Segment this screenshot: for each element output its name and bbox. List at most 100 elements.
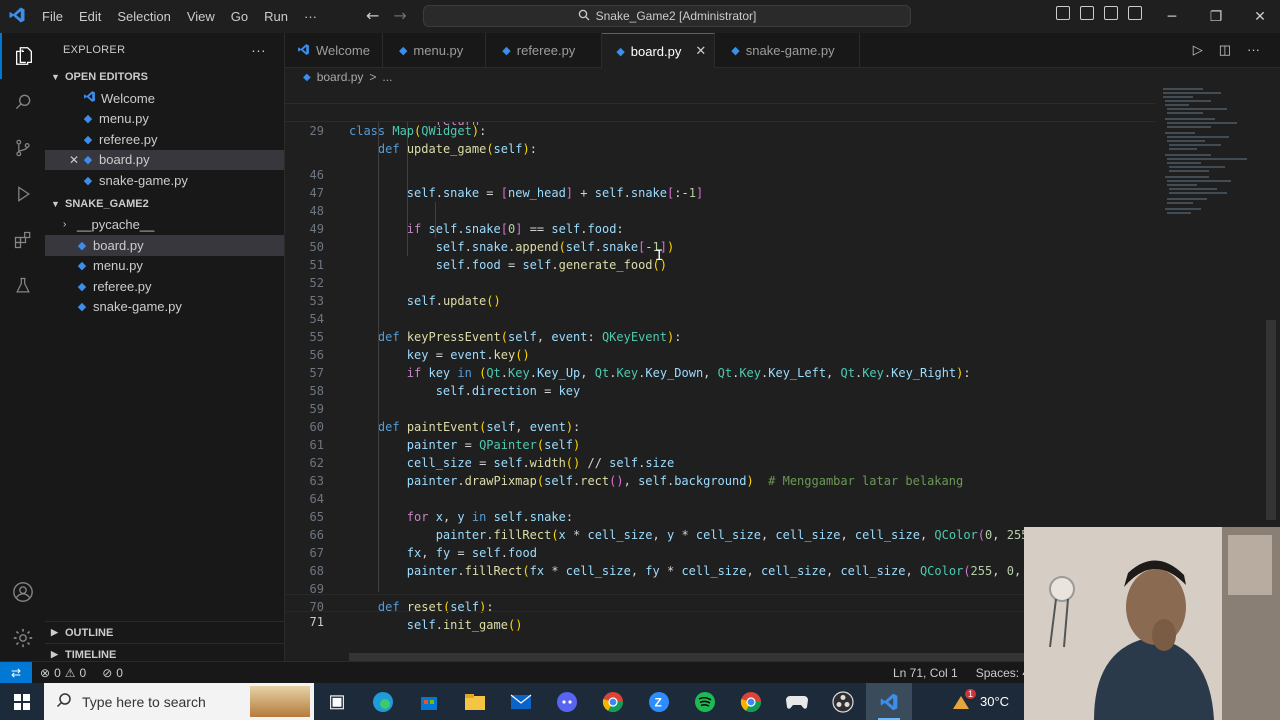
- microsoft-store-icon[interactable]: [406, 683, 452, 720]
- breadcrumb-symbol[interactable]: ...: [382, 70, 392, 84]
- search-view-icon[interactable]: [0, 79, 45, 125]
- file-menu-py[interactable]: ◆ menu.py: [45, 256, 284, 277]
- manage-gear-icon[interactable]: [0, 615, 45, 661]
- run-file-icon[interactable]: ▷: [1193, 42, 1203, 58]
- menu-run[interactable]: Run: [256, 9, 296, 24]
- more-actions-icon[interactable]: ···: [1247, 42, 1260, 58]
- tab-label: board.py: [630, 43, 682, 59]
- folder-pycache[interactable]: › __pycache__: [45, 215, 284, 236]
- outline-section[interactable]: ▶ OUTLINE: [45, 621, 285, 643]
- project-section[interactable]: ▼ SNAKE_GAME2: [45, 193, 284, 215]
- indentation[interactable]: Spaces: 4: [976, 666, 1029, 680]
- toggle-sidebar-icon[interactable]: [1056, 6, 1070, 20]
- testing-flask-icon[interactable]: [0, 263, 45, 309]
- search-highlight-image-icon: [250, 686, 310, 717]
- game-controller-icon[interactable]: [774, 683, 820, 720]
- tab-board-py[interactable]: ◆ board.py ✕: [602, 33, 716, 68]
- taskbar-search[interactable]: Type here to search: [44, 683, 314, 720]
- tab-label: menu.py: [413, 43, 464, 58]
- menu-file[interactable]: File: [34, 9, 71, 24]
- cursor-position[interactable]: Ln 71, Col 1: [893, 666, 958, 680]
- menu-selection[interactable]: Selection: [109, 9, 178, 24]
- broadcast-icon: ⊘: [102, 665, 113, 680]
- code-line: 66 fx, fy = self.food: [309, 528, 537, 560]
- discord-icon[interactable]: [544, 683, 590, 720]
- edge-browser-icon[interactable]: [360, 683, 406, 720]
- close-window-icon[interactable]: ✕: [1238, 0, 1280, 33]
- customize-layout-icon[interactable]: [1128, 6, 1142, 20]
- open-editor-label: menu.py: [99, 111, 149, 127]
- menu-go[interactable]: Go: [223, 9, 256, 24]
- open-editor-snake-game-py[interactable]: ◆ snake-game.py: [45, 170, 284, 191]
- forward-arrow-icon[interactable]: →: [393, 6, 406, 25]
- open-editor-label: Welcome: [101, 90, 155, 106]
- open-editor-menu-py[interactable]: ◆ menu.py: [45, 109, 284, 130]
- explorer-icon[interactable]: [0, 33, 45, 79]
- menu-view[interactable]: View: [179, 9, 223, 24]
- folder-label: __pycache__: [77, 217, 155, 233]
- python-icon: ◆: [83, 154, 93, 167]
- vscode-taskbar-icon[interactable]: [866, 683, 912, 720]
- code-line: 54 def keyPressEvent(self, event: QKeyEv…: [309, 312, 682, 344]
- timeline-label: TIMELINE: [65, 648, 117, 661]
- breadcrumb: ◆ board.py > ...: [285, 68, 1155, 86]
- file-board-py[interactable]: ◆ board.py: [45, 235, 284, 256]
- split-editor-icon[interactable]: ◫: [1219, 42, 1231, 58]
- open-editors-section[interactable]: ▼ OPEN EDITORS: [45, 66, 284, 88]
- close-tab-icon[interactable]: ✕: [695, 43, 706, 59]
- task-view-icon[interactable]: ▣: [314, 683, 360, 720]
- spotify-icon[interactable]: [682, 683, 728, 720]
- back-arrow-icon[interactable]: ←: [366, 6, 379, 25]
- code-line: 57 self.direction = key: [309, 366, 581, 398]
- python-icon: ◆: [616, 45, 625, 58]
- remote-indicator-icon[interactable]: ⇄: [0, 661, 32, 684]
- account-icon[interactable]: [0, 569, 45, 615]
- tab-welcome[interactable]: Welcome: [285, 33, 383, 68]
- close-editor-icon[interactable]: ✕: [69, 153, 83, 167]
- file-referee-py[interactable]: ◆ referee.py: [45, 276, 284, 297]
- restore-icon[interactable]: ❐: [1194, 0, 1238, 33]
- open-editor-referee-py[interactable]: ◆ referee.py: [45, 129, 284, 150]
- minimize-icon[interactable]: ─: [1150, 0, 1194, 33]
- vscode-icon: [297, 43, 310, 59]
- menu-more[interactable]: ···: [296, 9, 325, 24]
- extensions-icon[interactable]: [0, 217, 45, 263]
- open-editor-label: referee.py: [99, 131, 158, 147]
- warning-count: 0: [79, 665, 87, 680]
- chrome-icon[interactable]: [590, 683, 636, 720]
- file-label: menu.py: [93, 258, 143, 274]
- problems-indicator[interactable]: ⊗ 0 ⚠ 0: [32, 666, 94, 680]
- chrome-profile-icon[interactable]: [728, 683, 774, 720]
- tab-snake-game-py[interactable]: ◆ snake-game.py: [715, 33, 860, 68]
- open-editor-welcome[interactable]: Welcome: [45, 88, 284, 109]
- windows-start-icon[interactable]: [0, 683, 44, 720]
- zoom-icon[interactable]: Z: [636, 683, 682, 720]
- vertical-scrollbar[interactable]: [1266, 320, 1276, 520]
- code-line: 29 def update_game(self):: [285, 104, 1155, 156]
- more-actions-icon[interactable]: ···: [251, 42, 266, 58]
- obs-recorder-icon[interactable]: [820, 683, 866, 720]
- weather-widget[interactable]: 1 30°C: [950, 688, 1009, 711]
- source-control-icon[interactable]: [0, 125, 45, 171]
- file-snake-game-py[interactable]: ◆ snake-game.py: [45, 297, 284, 318]
- indent-guide: [435, 202, 436, 238]
- tab-referee-py[interactable]: ◆ referee.py: [486, 33, 603, 68]
- notification-badge: 1: [964, 688, 976, 699]
- mail-icon[interactable]: [498, 683, 544, 720]
- breadcrumb-file[interactable]: board.py: [317, 70, 364, 84]
- toggle-secondary-sidebar-icon[interactable]: [1104, 6, 1118, 20]
- toggle-panel-icon[interactable]: [1080, 6, 1094, 20]
- run-debug-icon[interactable]: [0, 171, 45, 217]
- ports-indicator[interactable]: ⊘ 0: [94, 666, 131, 680]
- open-editor-board-py[interactable]: ✕ ◆ board.py: [45, 149, 284, 170]
- file-label: board.py: [93, 237, 144, 253]
- command-center-search[interactable]: Snake_Game2 [Administrator]: [423, 5, 911, 27]
- horizontal-scrollbar[interactable]: [349, 653, 1025, 661]
- file-explorer-icon[interactable]: [452, 683, 498, 720]
- open-editor-label: snake-game.py: [99, 172, 188, 188]
- title-bar: File Edit Selection View Go Run ··· ← → …: [0, 0, 1280, 33]
- search-placeholder: Type here to search: [82, 693, 206, 710]
- code-line: 55 key = event.key(): [309, 330, 530, 362]
- menu-edit[interactable]: Edit: [71, 9, 109, 24]
- tab-menu-py[interactable]: ◆ menu.py: [383, 33, 487, 68]
